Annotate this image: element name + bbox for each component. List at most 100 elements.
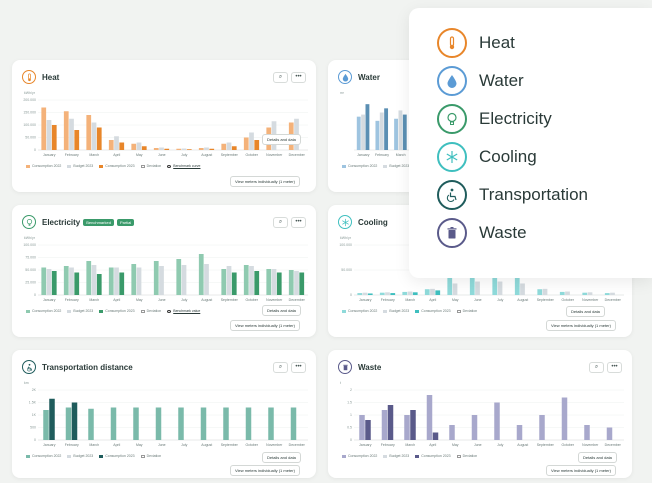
bar: [288, 270, 294, 295]
x-tick-label: June: [474, 443, 482, 447]
bar: [606, 427, 613, 440]
legend-item: Budget 2023: [73, 164, 94, 168]
bar: [245, 407, 252, 440]
x-tick-label: January: [359, 443, 372, 447]
x-tick-label: November: [266, 298, 283, 302]
category-electricity[interactable]: Electricity: [437, 104, 552, 134]
more-options-icon[interactable]: •••: [291, 361, 306, 373]
category-legend-panel: Heat Water Electricity Cooling Transport…: [409, 8, 652, 278]
legend-item: Deviation: [146, 164, 162, 168]
water-chart: m³ January February March: [340, 91, 410, 157]
search-icon[interactable]: ⌕: [273, 216, 288, 228]
legend-item[interactable]: Benchmark curve: [173, 164, 200, 168]
search-icon[interactable]: ⌕: [589, 361, 604, 373]
waste-card: Waste ⌕ ••• t 2 1.5 1 0.5 0 January February Mar…: [328, 350, 632, 478]
search-icon[interactable]: ⌕: [273, 71, 288, 83]
legend-item[interactable]: Benchmark value: [173, 309, 200, 313]
x-tick-label: May: [136, 443, 143, 447]
category-transportation[interactable]: Transportation: [437, 180, 588, 210]
details-button[interactable]: Details and data: [262, 305, 301, 316]
x-tick-label: August: [201, 443, 212, 447]
bar: [249, 266, 254, 295]
category-label: Transportation: [479, 185, 588, 204]
x-tick-label: February: [65, 443, 79, 447]
bar: [610, 292, 615, 295]
bar: [46, 269, 52, 295]
bar: [110, 407, 117, 440]
details-button[interactable]: Details and data: [578, 452, 617, 463]
x-tick-label: March: [405, 443, 415, 447]
details-button[interactable]: Details and data: [262, 134, 301, 145]
x-tick-label: September: [221, 443, 239, 447]
bar: [71, 402, 78, 440]
view-meters-button[interactable]: View meters individually (1 meter): [230, 465, 300, 476]
view-meters-button[interactable]: View meters individually (1 meter): [230, 176, 300, 187]
bar: [539, 415, 545, 440]
bar: [471, 415, 478, 440]
y-tick-label: 1K: [32, 413, 37, 417]
bar: [559, 291, 565, 295]
wheelchair-icon: [22, 360, 36, 374]
more-options-icon[interactable]: •••: [607, 361, 622, 373]
view-meters-button[interactable]: View meters individually (1 meter): [546, 320, 616, 331]
bar: [447, 275, 453, 295]
bar: [231, 146, 237, 150]
electricity-card-header: Electricity Benchmarked Partial ⌕ •••: [22, 213, 306, 231]
category-heat[interactable]: Heat: [437, 28, 515, 58]
bar: [404, 415, 410, 440]
x-tick-label: July: [181, 443, 187, 447]
y-tick-label: 0: [350, 438, 352, 442]
bar: [435, 290, 441, 295]
y-tick-label: 50.000: [341, 268, 352, 272]
category-cooling[interactable]: Cooling: [437, 142, 537, 172]
trash-icon: [437, 218, 467, 248]
bar: [223, 407, 229, 440]
heat-card: Heat ⌕ ••• kWh/yr 200.000 150.000 100.000 50…: [12, 60, 316, 192]
bar: [74, 130, 80, 150]
bar: [384, 108, 389, 150]
category-water[interactable]: Water: [437, 66, 524, 96]
y-tick-label: 50.000: [25, 136, 36, 140]
bar: [65, 407, 72, 440]
legend-item: Consumption 2022: [32, 164, 62, 168]
waste-legend: Consumption 2022 Budget 2023 Consumption…: [342, 454, 477, 458]
bar: [51, 125, 57, 150]
legend-item: Deviation: [462, 309, 478, 313]
bar: [200, 407, 207, 440]
bar: [410, 410, 416, 440]
bar: [561, 397, 568, 440]
y-tick-label: 0: [350, 293, 352, 297]
bar: [221, 143, 227, 150]
water-card: Water m³ January February March Consumption…: [328, 60, 418, 192]
bar: [243, 137, 249, 150]
bar: [412, 292, 418, 295]
bar: [41, 107, 47, 150]
x-tick-label: April: [113, 153, 120, 157]
bar: [514, 275, 520, 295]
view-meters-button[interactable]: View meters individually (1 meter): [230, 320, 300, 331]
heat-card-title: Heat: [42, 72, 60, 82]
wheelchair-icon: [437, 180, 467, 210]
category-waste[interactable]: Waste: [437, 218, 527, 248]
unit-label: kWh/yr: [24, 91, 36, 95]
bar: [153, 148, 159, 150]
thermometer-icon: [437, 28, 467, 58]
y-tick-label: 100.000: [339, 243, 352, 247]
thermometer-icon: [22, 70, 36, 84]
details-button[interactable]: Details and data: [566, 306, 605, 317]
view-meters-button[interactable]: View meters individually (1 meter): [546, 465, 616, 476]
lightbulb-icon: [437, 104, 467, 134]
search-icon[interactable]: ⌕: [273, 361, 288, 373]
legend-item: Budget 2023: [389, 164, 410, 168]
x-tick-label: March: [89, 298, 99, 302]
bar: [176, 259, 182, 295]
bar: [136, 267, 142, 295]
details-button[interactable]: Details and data: [262, 452, 301, 463]
more-options-icon[interactable]: •••: [291, 71, 306, 83]
more-options-icon[interactable]: •••: [291, 216, 306, 228]
bar: [357, 293, 363, 295]
bar: [86, 115, 92, 150]
unit-label: m³: [340, 91, 345, 95]
x-tick-label: July: [497, 443, 503, 447]
bar: [299, 272, 305, 295]
